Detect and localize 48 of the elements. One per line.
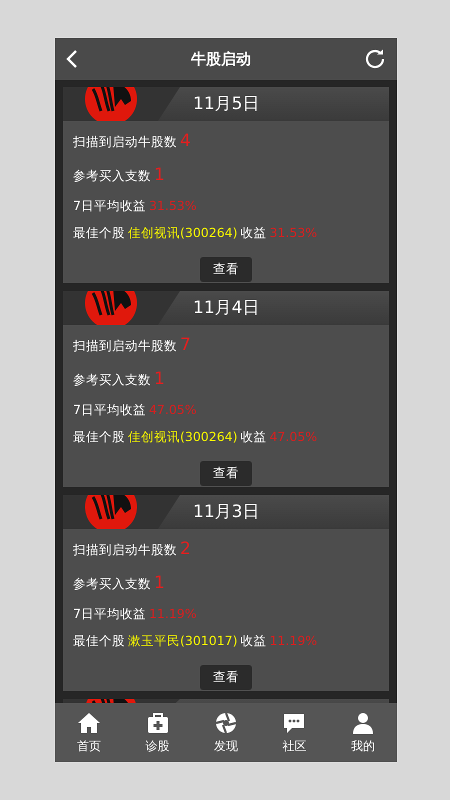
nav-tab[interactable]: 诊股 (146, 736, 170, 754)
count-value: 1 (154, 368, 165, 391)
person-icon (350, 710, 375, 734)
row-label: 7日平均收益 (73, 401, 146, 419)
row-label: 参考买入支数 (73, 167, 151, 185)
return-value: 31.53% (148, 197, 197, 215)
row-label: 扫描到启动牛股数 (73, 541, 177, 559)
row-label: 最佳个股 (73, 632, 125, 650)
count-value: 1 (154, 164, 165, 187)
row-label: 扫描到启动牛股数 (73, 337, 177, 355)
back-icon[interactable] (65, 49, 79, 69)
return-value: 47.05% (148, 401, 197, 419)
nav-tab[interactable]: 我的 (350, 736, 375, 754)
row-label: 收益 (240, 224, 266, 242)
aperture-icon (214, 710, 238, 734)
count-value: 4 (180, 130, 191, 153)
row-label: 最佳个股 (73, 224, 125, 242)
nav-tab[interactable]: 首页 (77, 736, 102, 754)
row-label: 扫描到启动牛股数 (73, 133, 177, 151)
row-label: 参考买入支数 (73, 371, 151, 389)
view-button[interactable]: 查看 (200, 665, 252, 690)
row-label: 最佳个股 (73, 428, 125, 446)
card-date: 11月3日 (193, 501, 260, 524)
count-value: 7 (180, 334, 191, 357)
row-label: 收益 (240, 428, 266, 446)
home-icon (77, 710, 102, 734)
return-value: 11.19% (269, 632, 318, 650)
nav-tab[interactable]: 社区 (282, 736, 306, 754)
row-label: 7日平均收益 (73, 605, 146, 623)
count-value: 2 (180, 538, 191, 561)
view-button[interactable]: 查看 (200, 257, 252, 282)
return-value: 47.05% (269, 428, 318, 446)
nav-tab[interactable]: 发现 (214, 736, 238, 754)
stock-name[interactable]: 漱玉平民(301017) (128, 632, 238, 651)
card-date: 11月5日 (193, 93, 260, 116)
view-button[interactable]: 查看 (200, 461, 252, 486)
stock-name[interactable]: 佳创视讯(300264) (128, 224, 238, 243)
page-title: 牛股启动 (191, 48, 251, 70)
count-value: 1 (154, 572, 165, 595)
return-value: 31.53% (269, 224, 318, 242)
medical-kit-icon (146, 710, 170, 734)
refresh-icon[interactable] (363, 47, 387, 71)
row-label: 参考买入支数 (73, 575, 151, 593)
row-label: 收益 (240, 632, 266, 650)
card-date: 11月4日 (193, 297, 260, 320)
stock-name[interactable]: 佳创视讯(300264) (128, 428, 238, 447)
row-label: 7日平均收益 (73, 197, 146, 215)
return-value: 11.19% (148, 605, 197, 623)
